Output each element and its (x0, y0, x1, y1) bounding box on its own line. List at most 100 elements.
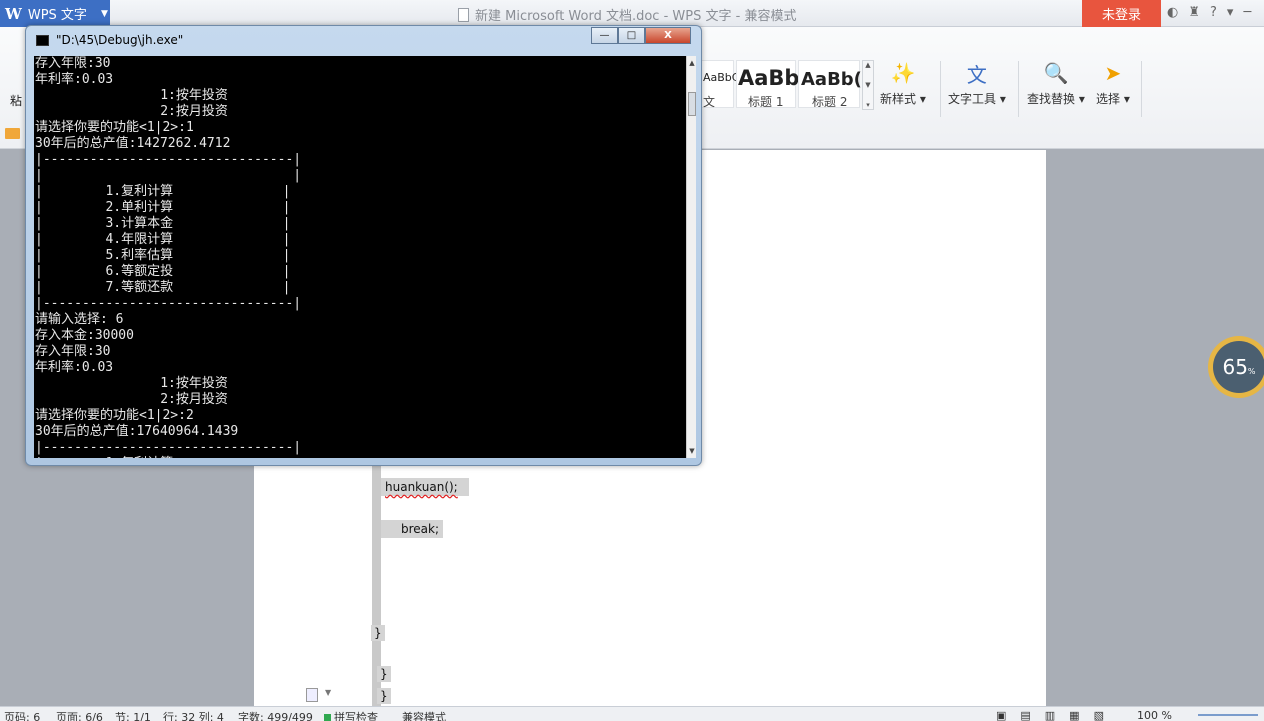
code-line-huankuan[interactable]: huankuan(); (381, 478, 469, 496)
restore-icon[interactable]: ─ (1243, 5, 1251, 20)
close-button[interactable]: X (645, 27, 691, 44)
cursor-arrow-icon: ➤ (1104, 61, 1122, 85)
document-icon (458, 7, 469, 22)
new-style-icon: ✨ (890, 61, 916, 85)
status-section: 节: 1/1 (115, 711, 151, 721)
theme-icon[interactable]: ◐ (1167, 5, 1178, 20)
new-style-label: 新样式 ▾ (880, 92, 926, 106)
scroll-up-icon[interactable]: ▲ (687, 56, 697, 70)
console-line: | 7.等额还款 | (35, 280, 291, 295)
title-bar: W WPS 文字 ▼ 新建 Microsoft Word 文档.doc - WP… (0, 0, 1264, 27)
console-line: 2:按月投资 (35, 104, 228, 119)
console-line: | 1.复利计算 | (35, 184, 291, 199)
status-page: 页面: 6/6 (56, 711, 103, 721)
titlebar-icons: ◐ ♜ ? ▾ ─ (1167, 5, 1251, 20)
wps-logo-icon: W (5, 4, 22, 23)
console-line: 1:按年投资 (35, 376, 228, 391)
styles-scroll[interactable]: ▲ ▼ ▾ (862, 60, 874, 110)
text-tools-icon: 文 (966, 62, 987, 87)
console-line: | | (35, 168, 302, 183)
console-line: 2:按月投资 (35, 392, 228, 407)
login-button[interactable]: 未登录 (1082, 0, 1161, 27)
folder-icon[interactable] (5, 128, 20, 139)
scroll-down-icon[interactable]: ▼ (687, 444, 697, 458)
select-label: 选择 ▾ (1096, 92, 1130, 106)
help-icon[interactable]: ? (1210, 5, 1217, 20)
document-title: 新建 Microsoft Word 文档.doc - WPS 文字 - 兼容模式 (458, 5, 796, 24)
spell-check-icon (324, 714, 331, 721)
console-output[interactable]: 存入年限:30 年利率:0.03 1:按年投资 2:按月投资 请选择你要的功能<1|… (34, 56, 686, 458)
console-line: 存入本金:30000 (35, 328, 134, 343)
spell-check-label: 拼写检查 (334, 711, 378, 721)
console-line: 请输入选择: 6 (35, 312, 124, 327)
style-name-normal: 文 (703, 95, 716, 109)
zoom-widget-inner: 65% (1213, 341, 1264, 393)
view-mode-icons[interactable]: ▣▤▥▦▧ (996, 709, 1118, 721)
skin-icon[interactable]: ♜ (1188, 5, 1200, 20)
code-line-break[interactable]: break; (381, 520, 443, 538)
wps-app-menu-button[interactable]: W WPS 文字 ▼ (0, 0, 110, 27)
maximize-button[interactable]: □ (618, 27, 645, 44)
zoom-widget-unit: % (1247, 366, 1256, 376)
style-name-heading-2: 标题 2 (812, 95, 848, 109)
style-heading-2[interactable]: AaBb( 标题 2 (798, 60, 862, 109)
console-line: 年利率:0.03 (35, 360, 114, 375)
console-line: 存入年限:30 (35, 344, 111, 359)
ribbon-separator (1018, 61, 1019, 117)
console-line: 请选择你要的功能<1|2>:1 (35, 120, 194, 135)
code-line-text: huankuan(); (385, 480, 458, 494)
status-zoom[interactable]: 100 % (1137, 709, 1172, 721)
status-compat-mode: 兼容模式 (402, 711, 446, 721)
console-line: | 5.利率估算 | (35, 248, 291, 263)
find-replace-button[interactable]: 🔍 查找替换 ▾ (1027, 60, 1085, 107)
console-line: 请选择你要的功能<1|2>:2 (35, 408, 194, 423)
console-window[interactable]: "D:\45\Debug\jh.exe" — □ X 存入年限:30 年利率:0.… (25, 25, 702, 466)
console-line: | 2.单利计算 | (35, 200, 291, 215)
console-line: | 6.等额定投 | (35, 264, 291, 279)
console-line: | 4.年限计算 | (35, 232, 291, 247)
console-line: |--------------------------------| (35, 296, 302, 311)
paste-button-stub[interactable]: 粘 (10, 92, 22, 109)
style-name-heading-1: 标题 1 (748, 95, 784, 109)
chevron-down-icon[interactable]: ▼ (865, 81, 870, 89)
chevron-down-icon: ▼ (100, 8, 108, 19)
style-sample-heading-1: AaBb (738, 66, 800, 90)
select-button[interactable]: ➤ 选择 ▾ (1096, 60, 1130, 107)
new-style-button[interactable]: ✨ 新样式 ▾ (880, 60, 926, 107)
console-line: 1:按年投资 (35, 88, 228, 103)
chevron-down-icon[interactable]: ▼ (325, 688, 331, 697)
find-replace-label: 查找替换 ▾ (1027, 92, 1085, 106)
ribbon-separator (940, 61, 941, 117)
status-spell-check[interactable]: 拼写检查 (324, 709, 378, 721)
console-line: 30年后的总产值:17640964.1439 (35, 424, 239, 439)
find-replace-icon: 🔍 (1043, 61, 1069, 85)
expand-icon[interactable]: ▾ (866, 101, 870, 109)
console-line: 30年后的总产值:1427262.4712 (35, 136, 231, 151)
console-scrollbar[interactable]: ▲ ▼ (686, 56, 696, 458)
text-tools-label: 文字工具 ▾ (948, 92, 1006, 106)
chevron-up-icon[interactable]: ▲ (865, 61, 870, 69)
console-line: 存入年限:30 (35, 56, 111, 71)
ribbon-separator (1141, 61, 1142, 117)
text-tools-button[interactable]: 文 文字工具 ▾ (948, 60, 1006, 107)
console-window-controls: — □ X (591, 27, 691, 44)
zoom-widget[interactable]: 65% (1208, 336, 1264, 398)
app-menu-label: WPS 文字 (27, 8, 87, 23)
console-title: "D:\45\Debug\jh.exe" (56, 33, 184, 47)
code-brace: } (377, 688, 391, 704)
style-heading-1[interactable]: AaBb 标题 1 (736, 60, 800, 109)
status-word-count[interactable]: 字数: 499/499 (238, 709, 313, 721)
style-normal[interactable]: AaBbCcDd 文 (700, 60, 761, 109)
minimize-icon[interactable]: ▾ (1227, 5, 1234, 20)
status-bar: 页码: 6 页面: 6/6 节: 1/1 行: 32 列: 4 字数: 499/… (0, 706, 1264, 721)
zoom-widget-value: 65 (1222, 355, 1248, 379)
minimize-button[interactable]: — (591, 27, 618, 44)
console-line: | 3.计算本金 | (35, 216, 291, 231)
console-line: |--------------------------------| (35, 440, 302, 455)
document-title-text: 新建 Microsoft Word 文档.doc - WPS 文字 - 兼容模式 (475, 9, 797, 24)
style-sample-heading-2: AaBb( (801, 69, 862, 90)
console-line: 年利率:0.03 (35, 72, 114, 87)
zoom-slider[interactable] (1198, 714, 1258, 716)
scroll-thumb[interactable] (688, 92, 696, 116)
page-options-icon[interactable] (306, 688, 318, 702)
